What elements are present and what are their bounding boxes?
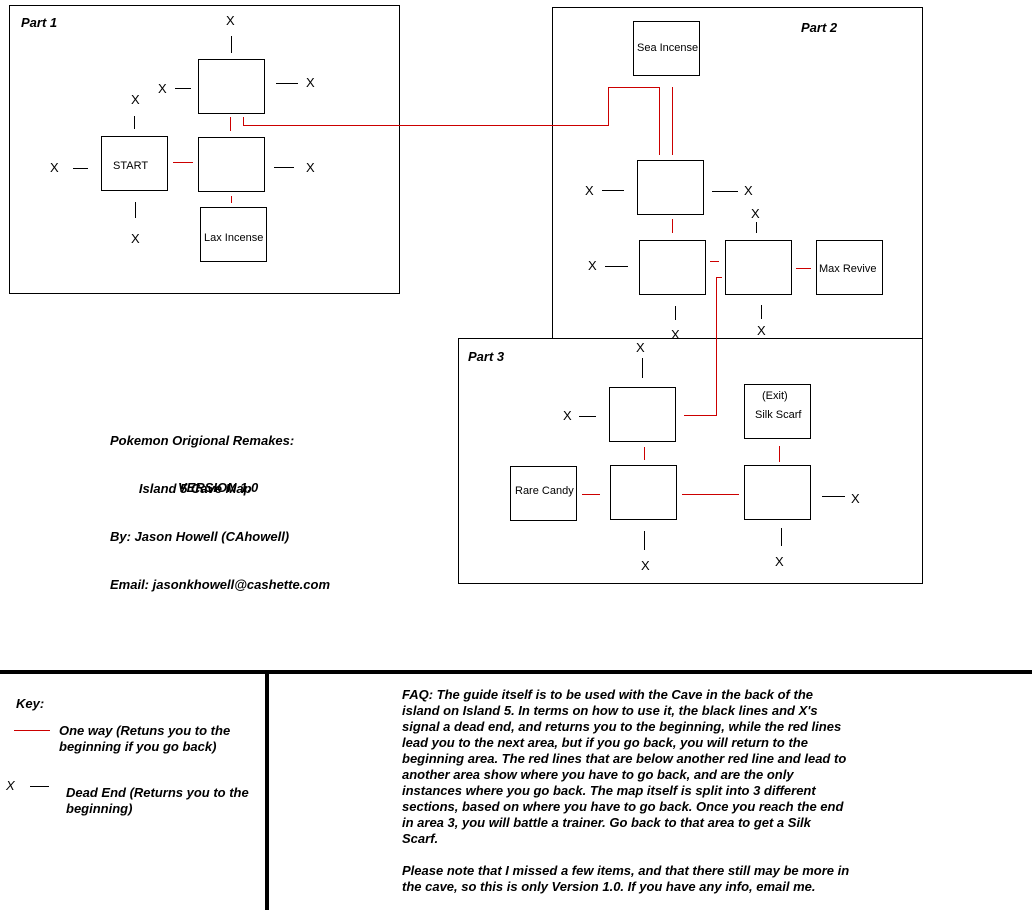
faq-text: FAQ: The guide itself is to be used with… [402,687,872,895]
key-dead-end-marker: X [6,778,15,793]
faq-line: sections, based on where you have to go … [402,799,844,814]
room-label-silk-scarf: Silk Scarf [755,409,802,421]
x-marker: X [131,231,140,246]
room [198,59,265,114]
one-way-line-to-part-2 [243,87,660,155]
faq-line: instances where you go back. The map its… [402,783,816,798]
part-3-label: Part 3 [468,349,505,364]
x-marker: X [158,81,167,96]
x-marker: X [636,340,645,355]
part-1-x-markers: X X X X X X X [50,13,315,246]
room-label-max-revive: Max Revive [819,263,876,275]
x-marker: X [588,258,597,273]
faq-line: lead you to the next area, but if you go… [402,735,808,750]
x-marker: X [751,206,760,221]
part-2-rooms: Sea Incense Max Revive [633,21,883,295]
x-marker: X [131,92,140,107]
x-marker: X [757,323,766,338]
version-label: VERSION 1.0 [178,480,259,495]
room-label-exit: (Exit) [762,390,788,402]
credits: Pokemon Origional Remakes: Island 5 Cave… [110,401,330,609]
x-marker: X [641,558,650,573]
x-marker: X [775,554,784,569]
faq-line: another area show where you have to go b… [402,767,794,782]
faq-line: beginning area. The red lines that are b… [402,751,847,766]
faq-line: island on Island 5. In terms on how to u… [402,703,818,718]
x-marker: X [50,160,59,175]
room-label-lax-incense: Lax Incense [204,232,263,244]
room [609,387,676,442]
part-2-label: Part 2 [801,20,838,35]
x-marker: X [306,75,315,90]
x-marker: X [851,491,860,506]
faq-paragraph-1: FAQ: The guide itself is to be used with… [402,687,872,847]
part-1-rooms: START Lax Incense [101,59,267,262]
key-one-way-line1: One way (Retuns you to the [59,723,231,738]
x-marker: X [306,160,315,175]
room [725,240,792,295]
x-marker: X [226,13,235,28]
x-marker: X [744,183,753,198]
key-one-way-line2: beginning if you go back) [59,739,217,754]
room-label-start: START [113,160,148,172]
room [744,465,811,520]
key-dead-end-line2: beginning) [66,801,133,816]
room-label-sea-incense: Sea Incense [637,42,698,54]
key-dead-end-description: Dead End (Returns you to the beginning) [66,785,249,817]
room-label-rare-candy: Rare Candy [515,485,574,497]
room [198,137,265,192]
credits-email: Email: jasonkhowell@cashette.com [110,577,331,592]
part-3-frame [458,338,923,584]
x-marker: X [563,408,572,423]
faq-line: signal a dead end, and returns you to th… [402,719,842,734]
faq-line: Please note that I missed a few items, a… [402,863,850,878]
room [639,240,706,295]
key-title: Key: [16,696,45,711]
faq-line: the cave, so this is only Version 1.0. I… [402,879,816,894]
room [610,465,677,520]
part-1-label: Part 1 [21,15,57,30]
panel-divider-horizontal [0,670,1032,674]
faq-paragraph-2: Please note that I missed a few items, a… [402,863,872,895]
faq-line: Scarf. [402,831,439,846]
faq-line: in area 3, you will battle a trainer. Go… [402,815,811,830]
credits-title: Pokemon Origional Remakes: [110,433,295,448]
key-one-way-description: One way (Retuns you to the beginning if … [59,723,230,755]
x-marker: X [671,327,680,342]
faq-line: FAQ: The guide itself is to be used with… [402,687,813,702]
credits-author: By: Jason Howell (CAhowell) [110,529,290,544]
panel-divider-vertical [265,670,269,910]
x-marker: X [585,183,594,198]
room [637,160,704,215]
key-dead-end-line1: Dead End (Returns you to the [66,785,249,800]
